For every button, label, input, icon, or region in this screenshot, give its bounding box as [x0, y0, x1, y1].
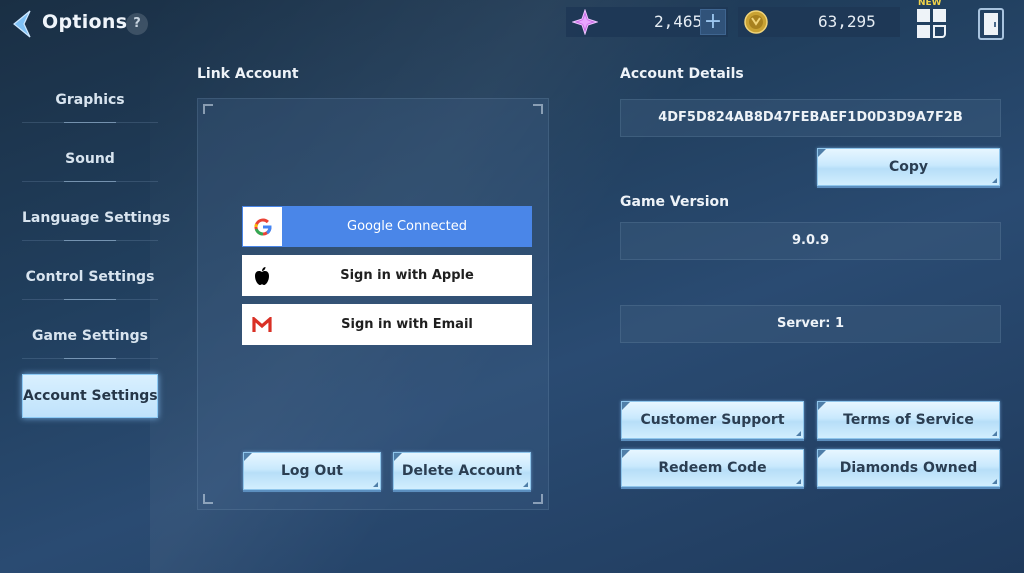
- diamond-count: 2,465: [654, 12, 703, 31]
- email-label: Sign in with Email: [341, 317, 473, 332]
- sidebar-item-game-settings[interactable]: Game Settings: [22, 316, 158, 356]
- redeem-code-button[interactable]: Redeem Code: [621, 449, 804, 487]
- diamonds-owned-button[interactable]: Diamonds Owned: [817, 449, 1000, 487]
- copy-button[interactable]: Copy: [817, 148, 1000, 186]
- customer-support-button[interactable]: Customer Support: [621, 401, 804, 439]
- account-id-field: 4DF5D824AB8D47FEBAEF1D0D3D9A7F2B: [620, 99, 1001, 137]
- apple-label: Sign in with Apple: [340, 268, 474, 283]
- gold-coin-icon: [744, 10, 768, 34]
- gold-count: 63,295: [818, 12, 876, 31]
- grid-menu-icon[interactable]: [917, 9, 947, 39]
- back-button[interactable]: [10, 9, 34, 39]
- door-exit-icon[interactable]: [978, 8, 1004, 40]
- sidebar-item-control-settings[interactable]: Control Settings: [22, 257, 158, 297]
- google-label: Google Connected: [347, 219, 467, 234]
- sidebar-divider: [22, 358, 158, 359]
- server-value: Server: 1: [620, 305, 1001, 343]
- apple-signin-button[interactable]: Sign in with Apple: [242, 255, 532, 296]
- help-button[interactable]: ?: [126, 13, 148, 35]
- apple-icon: [242, 255, 282, 296]
- terms-of-service-button[interactable]: Terms of Service: [817, 401, 1000, 439]
- chevron-left-icon: [13, 10, 31, 38]
- add-diamonds-button[interactable]: +: [700, 9, 726, 35]
- purple-crystal-icon: [572, 9, 598, 35]
- google-icon: [243, 207, 282, 246]
- sidebar-divider: [22, 240, 158, 241]
- new-badge: NEW: [918, 0, 942, 8]
- corner-decoration: [203, 104, 213, 114]
- sidebar-item-language-settings[interactable]: Language Settings: [22, 198, 170, 238]
- account-details-heading: Account Details: [620, 66, 744, 82]
- sidebar-divider: [22, 122, 158, 123]
- page-title: Options: [42, 11, 128, 33]
- gmail-icon: [242, 304, 282, 345]
- corner-decoration: [533, 104, 543, 114]
- link-account-heading: Link Account: [197, 66, 299, 82]
- log-out-button[interactable]: Log Out: [243, 452, 381, 490]
- sidebar-item-account-settings[interactable]: Account Settings: [22, 374, 158, 418]
- email-signin-button[interactable]: Sign in with Email: [242, 304, 532, 345]
- corner-decoration: [203, 494, 213, 504]
- delete-account-button[interactable]: Delete Account: [393, 452, 531, 490]
- game-version-heading: Game Version: [620, 194, 730, 210]
- sidebar-divider: [22, 181, 158, 182]
- corner-decoration: [533, 494, 543, 504]
- sidebar-item-sound[interactable]: Sound: [22, 139, 158, 179]
- google-connected-button[interactable]: Google Connected: [242, 206, 532, 247]
- sidebar-divider: [22, 299, 158, 300]
- sidebar-item-graphics[interactable]: Graphics: [22, 80, 158, 120]
- gold-currency: 63,295: [738, 7, 900, 37]
- game-version-value: 9.0.9: [620, 222, 1001, 260]
